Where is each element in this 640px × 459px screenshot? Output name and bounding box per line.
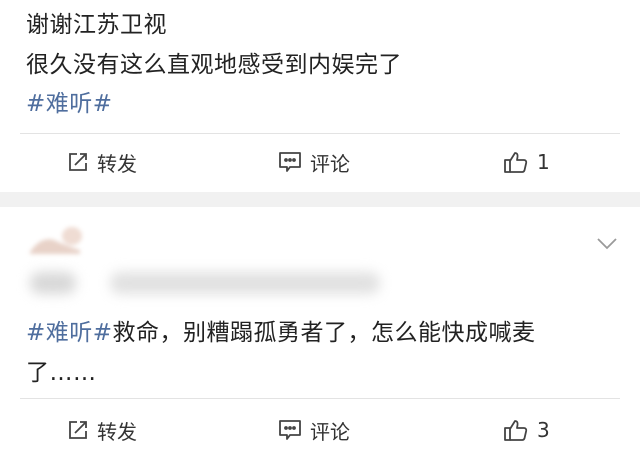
username-blur xyxy=(110,272,380,294)
post-text-line-1: 谢谢江苏卫视 xyxy=(26,12,167,38)
hashtag-link[interactable]: #难听# xyxy=(26,89,113,119)
repost-label: 转发 xyxy=(97,151,137,176)
action-bar: 转发 评论 1 xyxy=(0,142,640,182)
comment-button[interactable]: 评论 xyxy=(278,142,350,182)
avatar-blur xyxy=(30,272,76,294)
hashtag-link[interactable]: #难听# xyxy=(26,320,113,346)
post-text-line-1: #难听#救命，别糟蹋孤勇者了，怎么能快成喊麦 xyxy=(26,318,536,348)
like-count: 1 xyxy=(537,150,550,174)
post-text: 救命，别糟蹋孤勇者了，怎么能快成喊麦 xyxy=(112,320,536,346)
comment-button[interactable]: 评论 xyxy=(278,410,350,450)
comment-label: 评论 xyxy=(310,151,350,176)
repost-button[interactable]: 转发 xyxy=(67,142,137,182)
action-bar: 转发 评论 3 xyxy=(0,410,640,450)
post-separator xyxy=(0,192,640,207)
comment-icon xyxy=(278,419,302,441)
repost-button[interactable]: 转发 xyxy=(67,410,137,450)
repost-icon xyxy=(67,419,89,441)
comment-icon xyxy=(278,151,302,173)
like-icon xyxy=(503,150,529,174)
repost-label: 转发 xyxy=(97,419,137,444)
like-button[interactable]: 1 xyxy=(503,142,550,182)
like-icon xyxy=(503,418,529,442)
like-count: 3 xyxy=(537,418,550,442)
comment-label: 评论 xyxy=(310,419,350,444)
repost-icon xyxy=(67,151,89,173)
like-button[interactable]: 3 xyxy=(503,410,550,450)
post-text-line-2: 很久没有这么直观地感受到内娱完了 xyxy=(26,52,402,78)
divider xyxy=(20,398,620,399)
divider xyxy=(20,133,620,134)
avatar[interactable] xyxy=(28,226,84,256)
post-text-line-2: 了…… xyxy=(26,360,97,386)
post-card-1: 谢谢江苏卫视 很久没有这么直观地感受到内娱完了 #难听# 转发 评论 1 xyxy=(0,0,640,192)
chevron-down-icon[interactable] xyxy=(596,236,618,255)
